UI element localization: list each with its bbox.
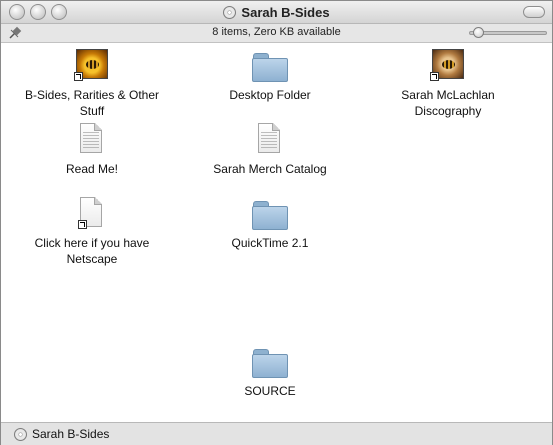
- alias-arrow-icon: [78, 220, 87, 229]
- music-artwork-alias-icon: [74, 49, 110, 81]
- item-merch-catalog[interactable]: Sarah Merch Catalog: [195, 123, 345, 177]
- icon-size-slider[interactable]: [469, 27, 547, 38]
- folder-icon: [252, 49, 288, 82]
- title-bar[interactable]: Sarah B-Sides: [1, 1, 552, 24]
- item-netscape[interactable]: Click here if you have Netscape: [17, 197, 167, 267]
- window-title-group: Sarah B-Sides: [1, 4, 552, 20]
- finder-window: Sarah B-Sides 8 items, Zero KB available…: [0, 0, 553, 445]
- item-label: QuickTime 2.1: [231, 236, 309, 250]
- icon-view[interactable]: B-Sides, Rarities & Other Stuff Desktop …: [1, 43, 552, 421]
- folder-icon: [252, 345, 288, 378]
- item-discography[interactable]: Sarah McLachlan Discography: [373, 49, 523, 119]
- disc-icon[interactable]: [14, 428, 27, 441]
- status-bar: 8 items, Zero KB available: [1, 24, 552, 43]
- slider-thumb[interactable]: [473, 27, 484, 38]
- alias-arrow-icon: [74, 72, 83, 81]
- item-label: Sarah Merch Catalog: [213, 162, 327, 176]
- document-alias-icon: [74, 197, 110, 229]
- item-label: Sarah McLachlan Discography: [401, 88, 495, 118]
- item-desktop-folder[interactable]: Desktop Folder: [195, 49, 345, 103]
- path-bar: Sarah B-Sides: [1, 422, 552, 445]
- toolbar-toggle-button[interactable]: [523, 6, 545, 18]
- alias-arrow-icon: [430, 72, 439, 81]
- item-quicktime[interactable]: QuickTime 2.1: [195, 197, 345, 251]
- document-icon: [252, 123, 288, 155]
- item-read-me[interactable]: Read Me!: [17, 123, 167, 177]
- item-bsides-rarities[interactable]: B-Sides, Rarities & Other Stuff: [17, 49, 167, 119]
- item-label: B-Sides, Rarities & Other Stuff: [24, 88, 160, 118]
- photo-alias-icon: [430, 49, 466, 81]
- folder-icon: [252, 197, 288, 230]
- document-icon: [74, 123, 110, 155]
- disc-icon: [223, 5, 237, 19]
- item-label: SOURCE: [244, 384, 296, 398]
- item-label: Desktop Folder: [229, 88, 311, 102]
- window-title: Sarah B-Sides: [241, 4, 330, 20]
- item-label: Click here if you have Netscape: [34, 236, 150, 266]
- path-label[interactable]: Sarah B-Sides: [32, 427, 109, 441]
- item-label: Read Me!: [65, 162, 119, 176]
- item-source[interactable]: SOURCE: [195, 345, 345, 399]
